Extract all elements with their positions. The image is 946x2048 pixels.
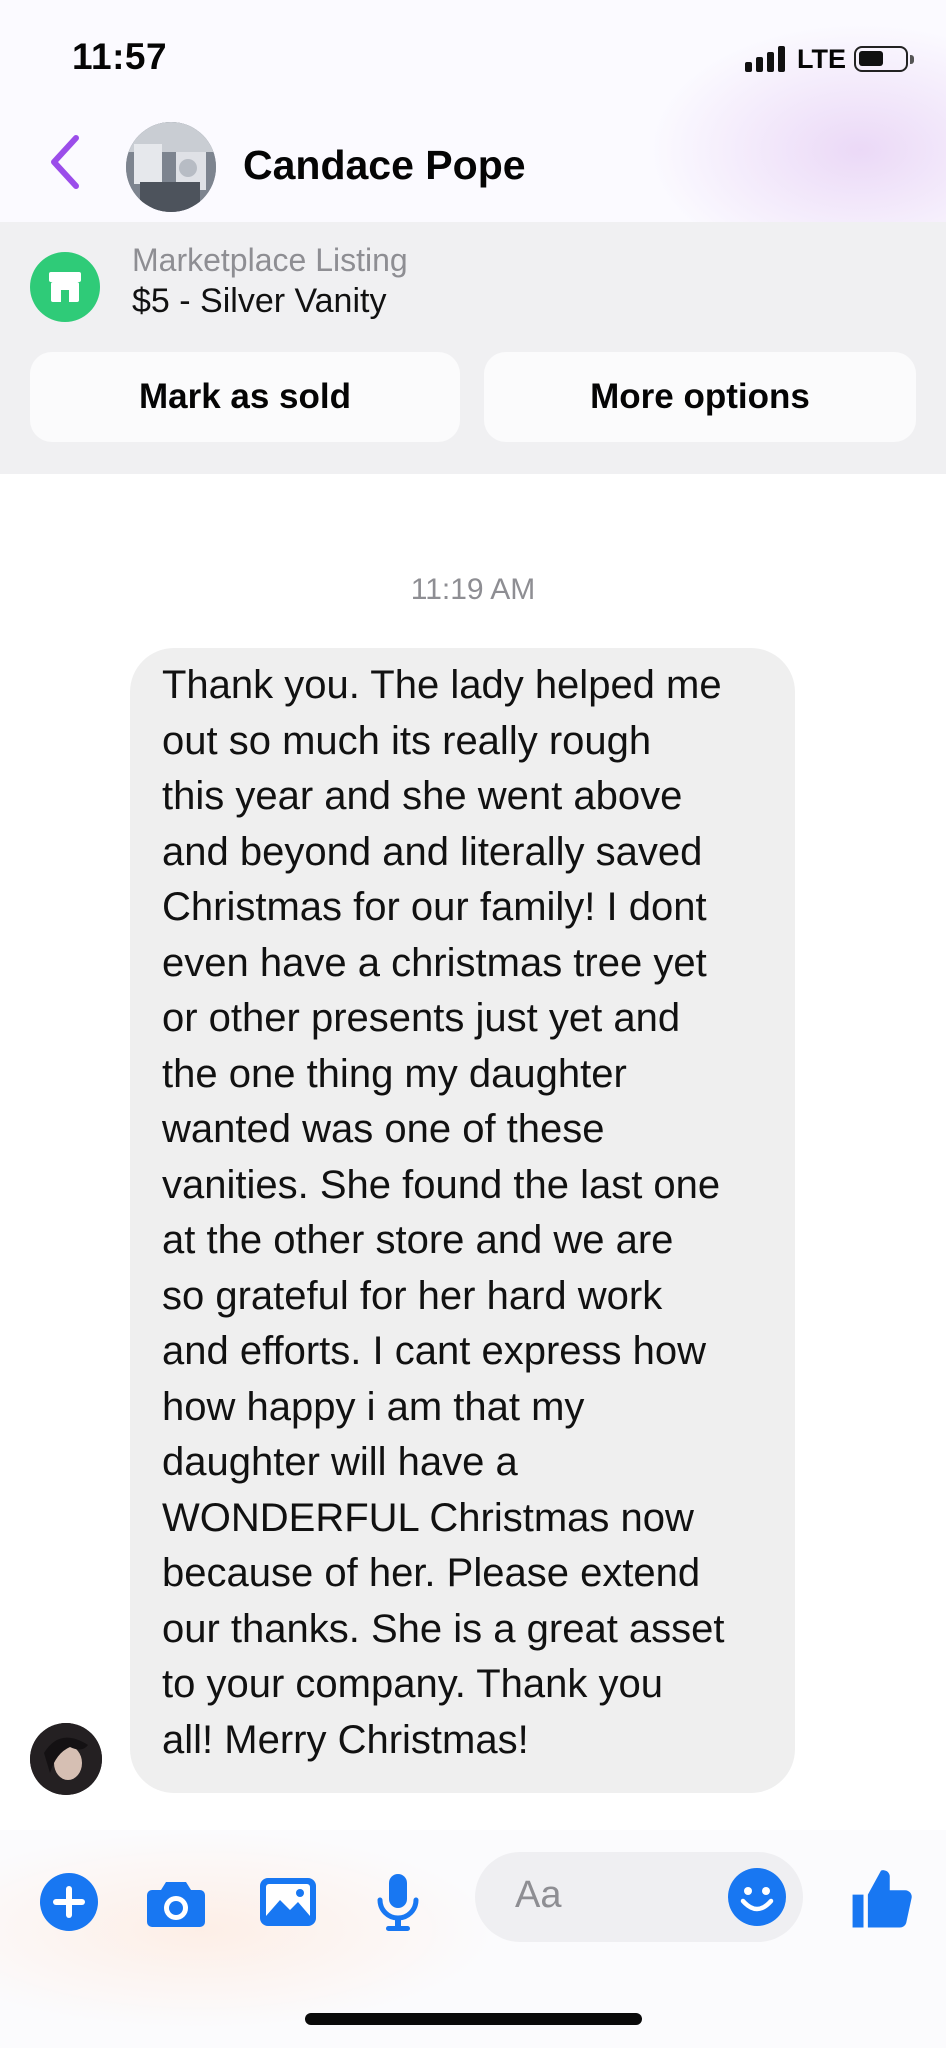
message-line: vanities. She found the last one xyxy=(162,1162,721,1207)
message-line: Thank you. The lady helped me xyxy=(162,663,722,707)
contact-avatar[interactable] xyxy=(126,122,216,212)
message-bubble[interactable]: Thank you. The lady helped me out so muc… xyxy=(130,648,795,1793)
message-line: because of her. Please extend xyxy=(162,1551,701,1595)
message-line: to your company. Thank you xyxy=(162,1662,664,1706)
message-line: out so much its really rough xyxy=(162,718,652,763)
chat-header: 11:57 LTE Candace Pope xyxy=(0,0,946,222)
message-line: Christmas for our family! I dont xyxy=(162,885,707,929)
message-text: Thank you. The lady helped me out so muc… xyxy=(162,658,777,1768)
message-timestamp: 11:19 AM xyxy=(410,573,536,606)
camera-icon[interactable] xyxy=(144,1870,208,1934)
sender-photo xyxy=(30,1723,102,1795)
message-line: so grateful for her hard work xyxy=(162,1273,663,1318)
contact-photo xyxy=(126,122,216,212)
photo-gallery-icon[interactable] xyxy=(256,1870,320,1934)
status-indicators: LTE xyxy=(745,42,914,76)
contact-name[interactable]: Candace Pope xyxy=(243,142,526,189)
back-arrow-icon[interactable] xyxy=(44,132,84,192)
message-line: at the other store and we are xyxy=(162,1218,674,1262)
marketplace-shop-icon xyxy=(30,252,100,322)
message-line: or other presents just yet and xyxy=(162,996,681,1040)
listing-title[interactable]: $5 - Silver Vanity xyxy=(132,282,386,321)
message-line: daughter will have a xyxy=(162,1440,518,1484)
plus-icon[interactable] xyxy=(37,1870,101,1934)
message-line: even have a christmas tree yet xyxy=(162,940,707,985)
thumbs-up-icon[interactable] xyxy=(846,1864,916,1934)
emoji-icon[interactable] xyxy=(725,1865,789,1929)
home-indicator xyxy=(305,2013,642,2025)
message-line: WONDERFUL Christmas now xyxy=(162,1495,694,1540)
battery-icon xyxy=(854,46,914,72)
status-time: 11:57 xyxy=(72,36,168,77)
marketplace-label: Marketplace Listing xyxy=(132,242,408,278)
messenger-chat-screen: 11:57 LTE Candace Pope Marketplace Listi… xyxy=(0,0,946,2048)
network-type: LTE xyxy=(797,43,846,74)
message-line: the one thing my daughter xyxy=(162,1051,627,1096)
signal-icon xyxy=(745,46,785,72)
message-input[interactable]: Aa xyxy=(475,1852,803,1942)
message-line: all! Merry Christmas! xyxy=(162,1717,529,1762)
message-line: how happy i am that my xyxy=(162,1384,585,1429)
sender-avatar[interactable] xyxy=(30,1723,102,1795)
message-line: this year and she went above xyxy=(162,774,683,818)
message-line: wanted was one of these xyxy=(162,1107,605,1151)
message-line: and beyond and literally saved xyxy=(162,829,703,874)
microphone-icon[interactable] xyxy=(366,1870,430,1934)
message-line: and efforts. I cant express how xyxy=(162,1329,707,1373)
more-options-button[interactable]: More options xyxy=(484,352,916,442)
mark-as-sold-button[interactable]: Mark as sold xyxy=(30,352,460,442)
message-line: our thanks. She is a great asset xyxy=(162,1606,725,1651)
marketplace-banner: Marketplace Listing $5 - Silver Vanity M… xyxy=(0,222,946,474)
message-input-placeholder: Aa xyxy=(515,1874,562,1916)
